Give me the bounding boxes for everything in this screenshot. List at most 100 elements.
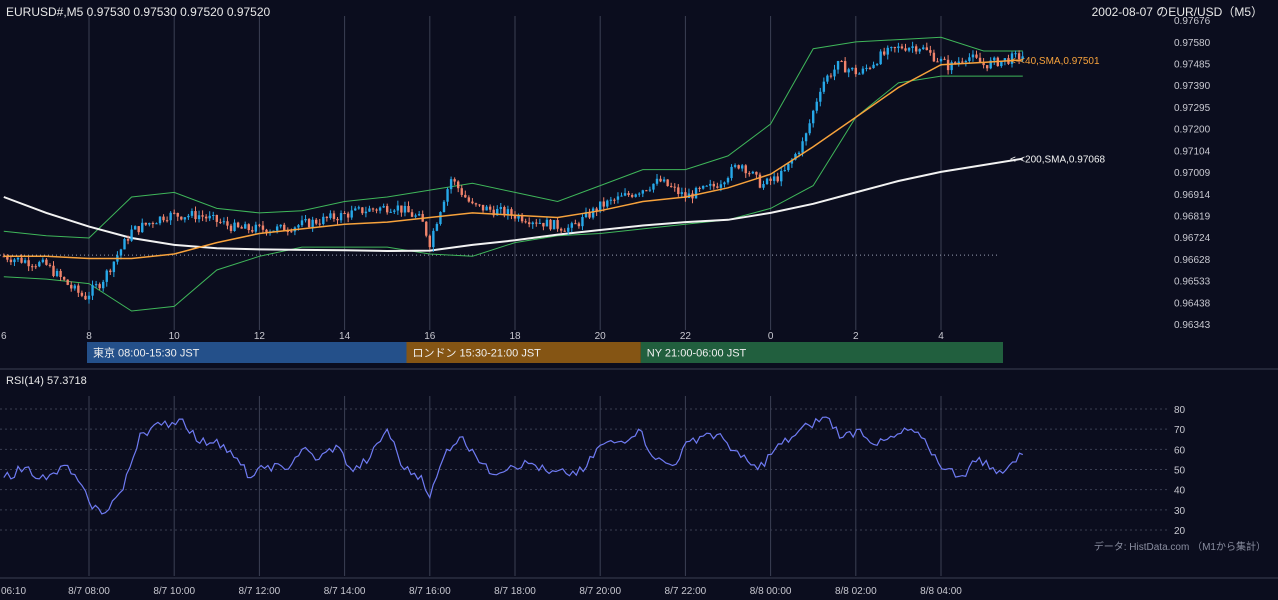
candle-body	[339, 213, 343, 221]
candle-body	[297, 225, 300, 228]
candle-body	[932, 52, 936, 62]
price-x-tick-label: 0	[768, 331, 774, 342]
candle-body	[776, 176, 779, 182]
candle-body	[201, 215, 204, 217]
candle-body	[378, 207, 382, 211]
candle-body	[911, 46, 914, 48]
rsi-y-tick-label: 30	[1174, 506, 1186, 517]
candle-body	[144, 222, 147, 225]
candle-body	[822, 81, 826, 92]
candle-body	[488, 206, 492, 210]
price-y-tick-label: 0.97580	[1174, 38, 1211, 49]
rsi-x-tick-label: 8/7 22:00	[665, 586, 707, 597]
price-y-tick-label: 0.96914	[1174, 190, 1211, 201]
candle-body	[176, 212, 179, 217]
candle-body	[858, 73, 861, 75]
candle-body	[719, 184, 723, 188]
candle-body	[840, 61, 843, 63]
candle-body	[922, 47, 925, 50]
candle-body	[556, 220, 559, 229]
candle-body	[190, 211, 194, 216]
candle-body	[80, 292, 84, 296]
candle-body	[847, 69, 850, 73]
candle-body	[787, 163, 790, 171]
candle-body	[914, 46, 918, 52]
candle-body	[446, 189, 449, 202]
candle-body	[9, 259, 13, 263]
rsi-y-tick-label: 80	[1174, 405, 1186, 416]
candle-body	[194, 211, 197, 220]
candle-body	[55, 270, 59, 277]
candle-body	[563, 230, 566, 232]
candle-body	[634, 194, 637, 197]
candle-body	[222, 221, 226, 223]
candle-body	[428, 235, 431, 248]
candle-body	[329, 213, 332, 219]
candle-body	[244, 224, 247, 229]
candle-body	[126, 239, 130, 241]
candle-body	[783, 170, 786, 172]
candle-body	[41, 259, 45, 263]
candle-body	[233, 222, 236, 231]
candle-body	[485, 206, 488, 211]
candle-body	[109, 270, 112, 273]
candle-body	[307, 219, 311, 228]
candle-body	[31, 266, 34, 268]
price-y-axis: 0.97676 0.97580 0.97485 0.97390 0.97295 0.972…	[1174, 16, 1211, 331]
candle-body	[968, 57, 971, 61]
candle-body	[630, 195, 634, 197]
candle-body	[467, 197, 471, 202]
candle-body	[939, 58, 943, 62]
candle-body	[833, 69, 836, 77]
candle-body	[236, 222, 240, 228]
candle-body	[98, 284, 101, 289]
candle-body	[875, 64, 879, 66]
candle-body	[457, 181, 460, 189]
candle-body	[290, 231, 293, 233]
candle-body	[542, 222, 545, 227]
candle-body	[854, 67, 857, 75]
candle-body	[975, 54, 978, 58]
candle-body	[929, 50, 932, 53]
rsi-y-tick-label: 70	[1174, 425, 1186, 436]
candle-body	[414, 215, 417, 217]
candle-body	[535, 222, 538, 224]
candle-body	[701, 185, 705, 189]
candle-body	[460, 188, 463, 195]
candle-body	[659, 178, 662, 182]
candle-body	[403, 205, 407, 213]
candle-body	[52, 265, 55, 277]
candle-body	[602, 201, 605, 207]
candle-body	[762, 183, 765, 188]
candle-body	[559, 228, 563, 231]
candle-body	[215, 215, 218, 222]
candle-body	[971, 54, 975, 58]
candle-body	[180, 216, 183, 220]
candle-body	[357, 207, 360, 209]
candle-body	[641, 190, 644, 194]
candle-body	[726, 178, 730, 183]
price-x-tick-label: 2	[853, 331, 859, 342]
candle-body	[478, 204, 481, 206]
candle-body	[364, 211, 368, 214]
candle-body	[893, 47, 897, 49]
rsi-x-tick-label: 8/7 20:00	[579, 586, 621, 597]
sma200-annotation: <-<200,SMA,0.97068	[1010, 155, 1106, 166]
candle-body	[38, 262, 41, 267]
candle-body	[400, 205, 403, 213]
sma40-annotation: <-<40,SMA,0.97501	[1010, 56, 1100, 67]
candle-body	[453, 179, 456, 182]
candle-body	[900, 46, 904, 49]
candle-body	[765, 178, 769, 184]
rsi-x-tick-label: 8/7 16:00	[409, 586, 451, 597]
candle-body	[872, 64, 875, 69]
candle-body	[797, 152, 801, 155]
price-x-tick-label: 20	[595, 331, 607, 342]
candle-body	[151, 222, 155, 224]
price-x-tick-label: 22	[680, 331, 692, 342]
candle-body	[985, 65, 989, 69]
candle-body	[112, 261, 116, 273]
candle-body	[425, 221, 428, 236]
candle-body	[698, 187, 701, 189]
candle-body	[66, 279, 69, 285]
